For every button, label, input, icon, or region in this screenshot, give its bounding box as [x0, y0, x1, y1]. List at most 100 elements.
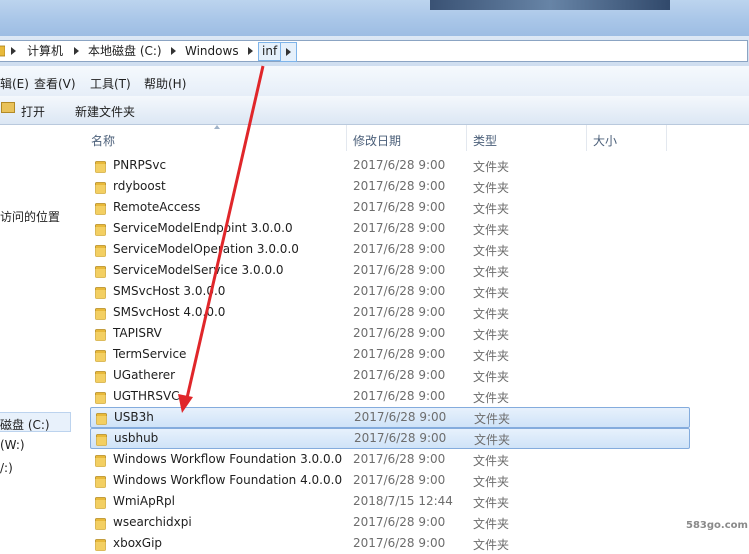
file-row[interactable]: ServiceModelService 3.0.0.0 2017/6/28 9:0… [80, 260, 749, 281]
menu-bar: 辑(E) 查看(V) 工具(T) 帮助(H) [0, 66, 749, 97]
file-row[interactable]: UGTHRSVC 2017/6/28 9:00 文件夹 [80, 386, 749, 407]
file-date-modified: 2017/6/28 9:00 [354, 410, 447, 424]
file-row[interactable]: SMSvcHost 4.0.0.0 2017/6/28 9:00 文件夹 [80, 302, 749, 323]
file-date-modified: 2017/6/28 9:00 [353, 347, 446, 361]
file-type: 文件夹 [473, 370, 510, 384]
folder-icon [95, 224, 106, 236]
file-row[interactable]: usbhub 2017/6/28 9:00 文件夹 [90, 428, 690, 449]
file-row[interactable]: Windows Workflow Foundation 4.0.0.0 2017/… [80, 470, 749, 491]
file-name: Windows Workflow Foundation 4.0.0.0 [113, 473, 343, 487]
column-divider[interactable] [466, 125, 467, 151]
file-date-modified: 2017/6/28 9:00 [353, 452, 446, 466]
breadcrumb-local-disk[interactable]: 本地磁盘 (C:) [88, 43, 162, 60]
column-divider[interactable] [586, 125, 587, 151]
new-folder-button[interactable]: 新建文件夹 [75, 103, 135, 120]
file-row[interactable]: USB3h 2017/6/28 9:00 文件夹 [90, 407, 690, 428]
column-divider[interactable] [346, 125, 347, 151]
file-type: 文件夹 [473, 265, 510, 279]
breadcrumb-separator-icon[interactable] [11, 47, 16, 55]
file-date-modified: 2017/6/28 9:00 [353, 200, 446, 214]
file-date-modified: 2017/6/28 9:00 [353, 221, 446, 235]
navigation-pane: 访问的位置 磁盘 (C:) (W:) /:) [0, 125, 76, 543]
file-row[interactable]: WmiApRpl 2018/7/15 12:44 文件夹 [80, 491, 749, 512]
file-row[interactable]: Windows Workflow Foundation 3.0.0.0 2017/… [80, 449, 749, 470]
folder-icon [95, 308, 106, 320]
menu-tools[interactable]: 工具(T) [90, 75, 131, 92]
file-type: 文件夹 [474, 433, 511, 447]
column-divider[interactable] [666, 125, 667, 151]
breadcrumb-dropdown[interactable] [280, 42, 297, 62]
file-name: UGTHRSVC [113, 389, 180, 403]
file-date-modified: 2017/6/28 9:00 [354, 431, 447, 445]
folder-icon [95, 161, 106, 173]
file-row[interactable]: ServiceModelOperation 3.0.0.0 2017/6/28 9… [80, 239, 749, 260]
file-row[interactable]: TermService 2017/6/28 9:00 文件夹 [80, 344, 749, 365]
breadcrumb-inf[interactable]: inf [258, 42, 282, 61]
folder-icon [95, 476, 106, 488]
open-button[interactable]: 打开 [21, 103, 45, 120]
file-row[interactable]: PNRPSvc 2017/6/28 9:00 文件夹 [80, 155, 749, 176]
breadcrumb-windows[interactable]: Windows [185, 43, 239, 60]
file-date-modified: 2017/6/28 9:00 [353, 389, 446, 403]
breadcrumb-computer[interactable]: 计算机 [27, 43, 63, 60]
file-name: UGatherer [113, 368, 176, 382]
folder-icon [95, 518, 106, 530]
file-date-modified: 2017/6/28 9:00 [353, 179, 446, 193]
nav-item-drive-other[interactable]: /:) [0, 461, 13, 475]
file-name: xboxGip [113, 536, 163, 550]
breadcrumb-separator-icon[interactable] [171, 47, 176, 55]
nav-item-local-disk[interactable]: 磁盘 (C:) [0, 416, 50, 433]
file-name: usbhub [114, 431, 159, 445]
file-date-modified: 2017/6/28 9:00 [353, 536, 446, 550]
file-name: Windows Workflow Foundation 3.0.0.0 [113, 452, 343, 466]
folder-icon [95, 182, 106, 194]
file-type: 文件夹 [473, 454, 510, 468]
menu-help[interactable]: 帮助(H) [144, 75, 186, 92]
file-type: 文件夹 [473, 160, 510, 174]
desktop-background-strip [430, 0, 670, 10]
column-size[interactable]: 大小 [593, 132, 617, 149]
nav-item-drive-w[interactable]: (W:) [0, 438, 25, 452]
address-bar-row: 计算机 本地磁盘 (C:) Windows inf [0, 36, 749, 66]
file-name: RemoteAccess [113, 200, 201, 214]
folder-icon [95, 329, 106, 341]
column-name[interactable]: 名称 [91, 132, 115, 149]
file-row[interactable]: RemoteAccess 2017/6/28 9:00 文件夹 [80, 197, 749, 218]
file-row[interactable]: TAPISRV 2017/6/28 9:00 文件夹 [80, 323, 749, 344]
column-header: 名称 修改日期 类型 大小 [80, 125, 749, 152]
file-type: 文件夹 [473, 538, 510, 552]
file-row[interactable]: xboxGip 2017/6/28 9:00 文件夹 [80, 533, 749, 554]
breadcrumb-separator-icon[interactable] [74, 47, 79, 55]
file-type: 文件夹 [473, 517, 510, 531]
menu-view[interactable]: 查看(V) [34, 75, 76, 92]
folder-icon [96, 413, 107, 425]
folder-icon [95, 392, 106, 404]
file-name: PNRPSvc [113, 158, 167, 172]
file-type: 文件夹 [473, 286, 510, 300]
file-row[interactable]: UGatherer 2017/6/28 9:00 文件夹 [80, 365, 749, 386]
sort-ascending-icon [214, 125, 220, 129]
file-date-modified: 2017/6/28 9:00 [353, 473, 446, 487]
folder-icon [96, 434, 107, 446]
file-date-modified: 2017/6/28 9:00 [353, 284, 446, 298]
folder-icon [95, 455, 106, 467]
file-type: 文件夹 [473, 475, 510, 489]
file-name: TAPISRV [113, 326, 162, 340]
file-row[interactable]: SMSvcHost 3.0.0.0 2017/6/28 9:00 文件夹 [80, 281, 749, 302]
file-row[interactable]: rdyboost 2017/6/28 9:00 文件夹 [80, 176, 749, 197]
file-name: WmiApRpl [113, 494, 176, 508]
address-bar[interactable]: 计算机 本地磁盘 (C:) Windows inf [0, 40, 748, 62]
file-date-modified: 2017/6/28 9:00 [353, 242, 446, 256]
file-name: SMSvcHost 4.0.0.0 [113, 305, 226, 319]
file-row[interactable]: ServiceModelEndpoint 3.0.0.0 2017/6/28 9:… [80, 218, 749, 239]
column-date-modified[interactable]: 修改日期 [353, 132, 401, 149]
file-type: 文件夹 [473, 181, 510, 195]
file-row[interactable]: wsearchidxpi 2017/6/28 9:00 文件夹 [80, 512, 749, 533]
breadcrumb-separator-icon[interactable] [248, 47, 253, 55]
nav-item-recent-places[interactable]: 访问的位置 [0, 208, 60, 225]
watermark: 583go.com [686, 520, 748, 531]
menu-edit[interactable]: 辑(E) [0, 75, 29, 92]
file-type: 文件夹 [473, 223, 510, 237]
folder-icon [95, 287, 106, 299]
column-type[interactable]: 类型 [473, 132, 497, 149]
